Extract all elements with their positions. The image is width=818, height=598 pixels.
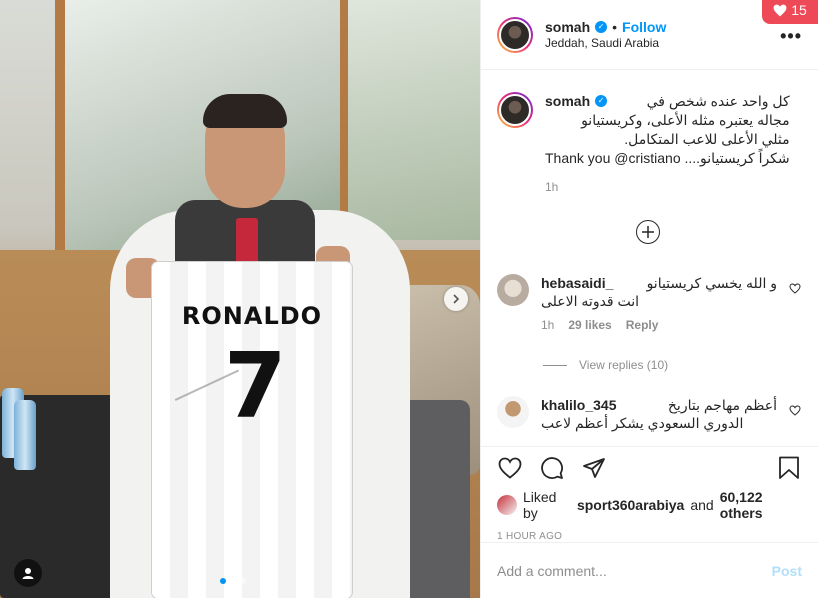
view-replies-button[interactable]: View replies (10) xyxy=(543,358,668,372)
chevron-right-icon xyxy=(453,294,460,304)
caption-username[interactable]: somah xyxy=(545,92,590,111)
comment-button[interactable] xyxy=(539,455,565,481)
comment-item: khalilo_345 أعظم مهاجم بتاريخ الدوري الس… xyxy=(497,396,803,432)
carousel-dot xyxy=(240,578,246,584)
post-actions: Liked by sport360arabiya and 60,122 othe… xyxy=(481,446,818,598)
commenter-username[interactable]: khalilo_345 xyxy=(541,396,617,414)
more-options-icon[interactable]: ••• xyxy=(780,26,802,47)
verified-badge-icon: ✓ xyxy=(595,20,608,33)
post-comment-button[interactable]: Post xyxy=(772,563,802,579)
heart-outline-icon xyxy=(789,405,801,416)
like-button[interactable] xyxy=(497,455,523,481)
commenter-username[interactable]: hebasaidi_ xyxy=(541,274,613,292)
caption-time: 1h xyxy=(545,180,559,195)
signed-jersey: RONALDO 7 xyxy=(152,262,352,598)
likes-summary[interactable]: Liked by sport360arabiya and 60,122 othe… xyxy=(481,489,818,521)
separator: • xyxy=(612,18,618,35)
caption-avatar[interactable] xyxy=(497,92,533,128)
post-location[interactable]: Jeddah, Saudi Arabia xyxy=(545,36,666,52)
comment-time: 1h xyxy=(541,318,555,333)
post-header: somah ✓ • Follow Jeddah, Saudi Arabia ••… xyxy=(481,0,818,70)
comment-item: hebasaidi_ و الله يخسي كريستيانو انت قدو… xyxy=(497,274,803,334)
plus-icon xyxy=(642,226,654,238)
view-replies-label: View replies (10) xyxy=(579,358,669,372)
like-comment-button[interactable] xyxy=(789,404,803,432)
comment-text: الدوري السعودي يشكر أعظم لاعب xyxy=(541,415,744,432)
comment-text: انت قدوته الاعلى xyxy=(541,293,640,310)
post-timestamp: 1 HOUR AGO xyxy=(497,531,563,542)
carousel-dot xyxy=(230,578,236,584)
bookmark-icon xyxy=(779,456,799,479)
commenter-avatar[interactable] xyxy=(497,274,529,306)
instagram-post: RONALDO 7 15 somah ✓ • Follow Jeddah, Sa… xyxy=(0,0,818,598)
caption-line: مجاله يعتبره مثله الأعلى، وكريستيانو xyxy=(581,111,790,128)
post-sidebar: 15 somah ✓ • Follow Jeddah, Saudi Arabia… xyxy=(480,0,818,598)
liked-by-prefix: Liked by xyxy=(523,489,557,521)
comment-text: أعظم مهاجم بتاريخ xyxy=(667,397,777,413)
liked-by-others[interactable]: 60,122 others xyxy=(720,489,802,521)
comment-text: و الله يخسي كريستيانو xyxy=(646,275,777,291)
liker-avatar xyxy=(497,495,517,515)
caption-line: مثلي الأعلى للاعب المتكامل. xyxy=(624,130,790,147)
carousel-next-button[interactable] xyxy=(444,287,468,311)
save-button[interactable] xyxy=(776,455,802,481)
liked-by-user[interactable]: sport360arabiya xyxy=(577,497,684,513)
hair xyxy=(203,94,287,128)
heart-outline-icon xyxy=(498,457,522,479)
reply-button[interactable]: Reply xyxy=(626,318,659,334)
post-image[interactable]: RONALDO 7 xyxy=(0,0,480,598)
carousel-indicator xyxy=(220,578,246,584)
tagged-users-button[interactable] xyxy=(14,559,42,587)
window-background-right xyxy=(340,0,480,240)
jersey-name: RONALDO xyxy=(181,302,323,330)
caption-line: شكراً كريستيانو.... Thank you @cristiano xyxy=(545,149,790,166)
liked-by-and: and xyxy=(690,497,714,513)
comment-icon xyxy=(541,457,563,479)
add-comment-bar: Post xyxy=(481,542,818,598)
share-icon xyxy=(583,458,605,478)
author-avatar[interactable] xyxy=(497,16,533,53)
author-username[interactable]: somah xyxy=(545,18,590,36)
load-more-comments-button[interactable] xyxy=(636,220,660,244)
user-tag-icon xyxy=(22,568,34,579)
heart-outline-icon xyxy=(789,283,801,294)
water-bottle xyxy=(14,400,36,470)
share-button[interactable] xyxy=(581,455,607,481)
comment-likes[interactable]: 29 likes xyxy=(568,318,611,334)
add-comment-input[interactable] xyxy=(497,562,772,579)
carousel-dot xyxy=(220,578,226,584)
like-comment-button[interactable] xyxy=(789,282,803,334)
follow-button[interactable]: Follow xyxy=(622,18,666,36)
commenter-avatar[interactable] xyxy=(497,396,529,428)
post-caption: somah ✓ كل واحد عنده شخص في مجاله يعتبره… xyxy=(497,92,807,196)
